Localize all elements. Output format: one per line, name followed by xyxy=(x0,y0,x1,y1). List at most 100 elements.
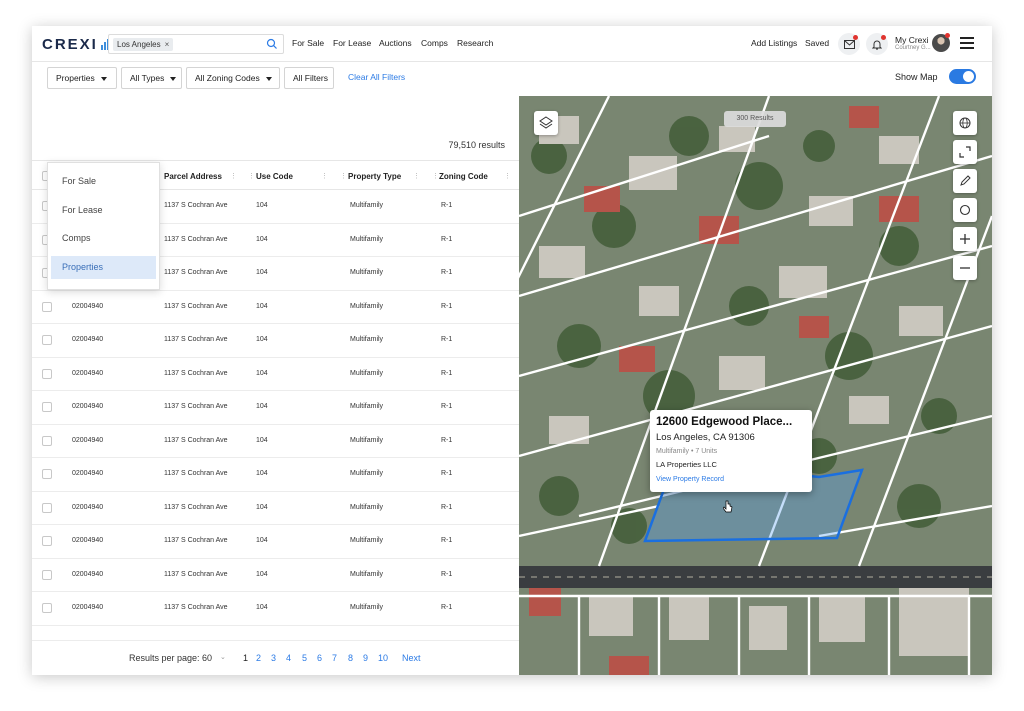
nav-auctions[interactable]: Auctions xyxy=(379,38,412,48)
row-checkbox[interactable] xyxy=(42,502,52,513)
dropdown-item-for-lease[interactable]: For Lease xyxy=(51,199,156,222)
table-row[interactable]: 02004940 1137 S Cochran Ave 104 Multifamily… xyxy=(32,291,519,324)
satellite-map-image[interactable] xyxy=(519,96,992,675)
column-grip-icon[interactable]: ⋮ xyxy=(413,172,420,180)
view-property-record-link[interactable]: View Property Record xyxy=(656,476,724,483)
row-checkbox[interactable] xyxy=(42,435,52,446)
row-checkbox[interactable] xyxy=(42,469,52,479)
column-grip-icon[interactable]: ⋮ xyxy=(230,172,237,180)
page-link-4[interactable]: 4 xyxy=(286,653,291,663)
page-link-9[interactable]: 9 xyxy=(363,653,368,663)
cell-use-code: 104 xyxy=(256,336,268,343)
show-map-toggle[interactable] xyxy=(949,69,976,84)
cell-use-code: 104 xyxy=(256,537,268,544)
cell-apn: 02004940 xyxy=(72,604,104,611)
results-per-page-select[interactable]: Results per page: 60 xyxy=(129,653,212,663)
cell-use-code: 104 xyxy=(256,202,268,209)
table-row[interactable]: 02004940 1137 S Cochran Ave 104 Multifamily… xyxy=(32,425,519,458)
chevron-down-icon[interactable]: ⌄ xyxy=(220,653,226,661)
dropdown-item-properties[interactable]: Properties xyxy=(51,256,156,279)
zoom-in-button[interactable] xyxy=(953,227,977,251)
cell-property-type: Multifamily xyxy=(350,369,384,377)
dropdown-item-comps[interactable]: Comps xyxy=(51,227,156,250)
crexi-logo[interactable]: CREXI xyxy=(42,36,112,53)
nav-for-lease[interactable]: For Lease xyxy=(333,38,371,48)
col-parcel-address[interactable]: Parcel Address xyxy=(164,172,222,181)
all-types-filter-button[interactable]: All Types xyxy=(121,67,182,89)
column-grip-icon[interactable]: ⋮ xyxy=(432,172,439,180)
zoom-out-icon xyxy=(960,267,970,269)
col-property-type[interactable]: Property Type xyxy=(348,172,401,181)
all-filters-button[interactable]: All Filters xyxy=(284,67,334,89)
cell-property-type: Multifamily xyxy=(350,604,384,611)
page-link-10[interactable]: 10 xyxy=(378,653,388,663)
avatar-notification-dot xyxy=(945,33,950,38)
col-use-code[interactable]: Use Code xyxy=(256,172,293,181)
nav-research[interactable]: Research xyxy=(457,38,493,48)
zoom-out-button[interactable] xyxy=(953,256,977,280)
page-link-7[interactable]: 7 xyxy=(332,653,337,663)
results-count: 79,510 results xyxy=(448,140,505,150)
location-search[interactable]: Los Angeles × xyxy=(108,34,284,54)
pagination: Results per page: 60 ⌄ 1 2 3 4 5 6 7 8 9 10 Next xyxy=(32,640,519,675)
draw-button[interactable] xyxy=(953,169,977,193)
row-checkbox[interactable] xyxy=(42,569,52,580)
column-grip-icon[interactable]: ⋮ xyxy=(321,172,328,180)
map-view[interactable]: 300 Results 12600 Edgewood Place... Los … xyxy=(519,96,992,675)
add-listings-link[interactable]: Add Listings xyxy=(751,38,797,48)
saved-link[interactable]: Saved xyxy=(805,38,829,48)
row-checkbox[interactable] xyxy=(42,603,52,613)
row-checkbox[interactable] xyxy=(42,301,52,312)
page-link-8[interactable]: 8 xyxy=(348,653,353,663)
cell-zoning-code: R-1 xyxy=(441,470,453,477)
col-zoning-code[interactable]: Zoning Code xyxy=(439,172,488,181)
app-window: CREXI Los Angeles × For Sale For Lease Au… xyxy=(32,26,992,675)
notifications-button[interactable] xyxy=(866,33,888,55)
row-checkbox[interactable] xyxy=(42,402,52,412)
table-row[interactable]: 02004940 1137 S Cochran Ave 104 Multifamily… xyxy=(32,492,519,525)
cell-apn: 02004940 xyxy=(72,436,104,444)
globe-button[interactable] xyxy=(953,111,977,135)
nav-comps[interactable]: Comps xyxy=(421,38,448,48)
circle-draw-icon xyxy=(959,204,971,216)
column-grip-icon[interactable]: ⋮ xyxy=(248,172,255,180)
page-link-6[interactable]: 6 xyxy=(317,653,322,663)
row-checkbox[interactable] xyxy=(42,536,52,546)
row-checkbox[interactable] xyxy=(42,335,52,345)
hamburger-menu-icon[interactable] xyxy=(960,37,974,49)
nav-for-sale[interactable]: For Sale xyxy=(292,38,324,48)
row-checkbox[interactable] xyxy=(42,368,52,379)
popup-city: Los Angeles, CA 91306 xyxy=(656,432,755,443)
page-link-2[interactable]: 2 xyxy=(256,653,261,663)
page-link-1[interactable]: 1 xyxy=(243,653,248,663)
dropdown-item-for-sale[interactable]: For Sale xyxy=(51,170,156,193)
search-icon[interactable] xyxy=(266,38,278,50)
column-grip-icon[interactable]: ⋮ xyxy=(340,172,347,180)
cell-use-code: 104 xyxy=(256,369,268,377)
account-label[interactable]: My Crexi xyxy=(895,35,929,45)
table-row[interactable]: 02004940 1137 S Cochran Ave 104 Multifamily… xyxy=(32,559,519,592)
clear-all-filters-link[interactable]: Clear All Filters xyxy=(348,72,405,82)
properties-filter-button[interactable]: Properties xyxy=(47,67,117,89)
page-link-3[interactable]: 3 xyxy=(271,653,276,663)
caret-down-icon xyxy=(265,76,272,81)
page-link-5[interactable]: 5 xyxy=(302,653,307,663)
property-popup[interactable]: 12600 Edgewood Place... Los Angeles, CA … xyxy=(650,410,812,492)
column-grip-icon[interactable]: ⋮ xyxy=(504,172,511,180)
expand-button[interactable] xyxy=(953,140,977,164)
cell-zoning-code: R-1 xyxy=(441,235,453,243)
table-row[interactable]: 02004940 1137 S Cochran Ave 104 Multifamily… xyxy=(32,525,519,559)
table-row[interactable]: 02004940 1137 S Cochran Ave 104 Multifamily… xyxy=(32,592,519,626)
circle-draw-button[interactable] xyxy=(953,198,977,222)
table-row[interactable]: 02004940 1137 S Cochran Ave 104 Multifamily… xyxy=(32,391,519,425)
location-chip[interactable]: Los Angeles × xyxy=(113,38,174,51)
table-row[interactable]: 02004940 1137 S Cochran Ave 104 Multifamily… xyxy=(32,458,519,492)
zoning-filter-button[interactable]: All Zoning Codes xyxy=(186,67,280,89)
cell-parcel-address: 1137 S Cochran Ave xyxy=(164,436,228,444)
messages-button[interactable] xyxy=(838,33,860,55)
table-row[interactable]: 02004940 1137 S Cochran Ave 104 Multifamily… xyxy=(32,358,519,391)
table-row[interactable]: 02004940 1137 S Cochran Ave 104 Multifamily… xyxy=(32,324,519,358)
chip-remove-icon[interactable]: × xyxy=(165,40,170,49)
layers-button[interactable] xyxy=(534,111,558,135)
next-page-link[interactable]: Next xyxy=(402,653,421,663)
